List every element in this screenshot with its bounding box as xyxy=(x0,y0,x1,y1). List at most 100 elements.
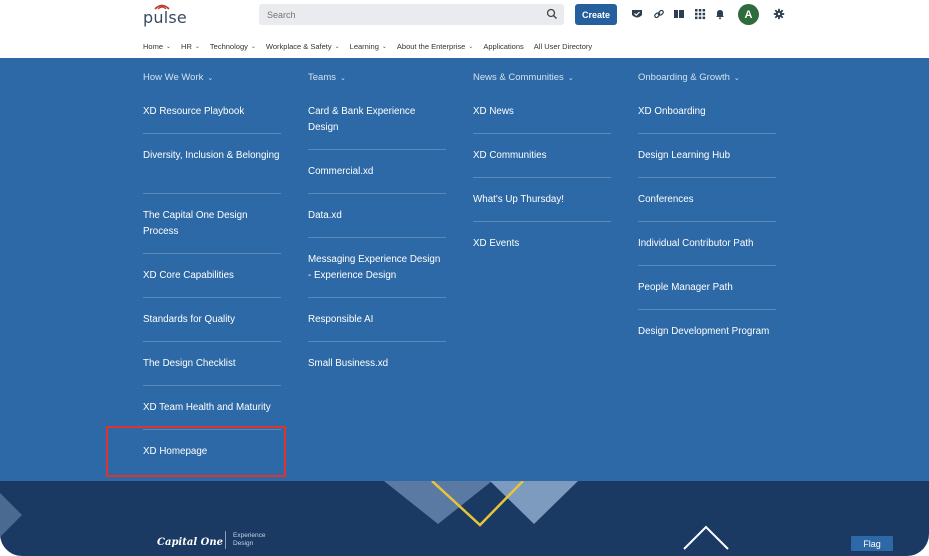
footer-decoration xyxy=(0,481,729,550)
nav-label: Workplace & Safety xyxy=(265,41,332,51)
top-header: pulse Create xyxy=(0,0,929,60)
avatar[interactable]: A xyxy=(738,4,759,25)
column-heading[interactable]: News & Communities ⌄ xyxy=(473,72,574,83)
menu-link[interactable]: Design Learning Hub xyxy=(638,148,776,164)
divider xyxy=(308,237,446,238)
menu-link[interactable]: XD Resource Playbook xyxy=(143,104,281,120)
divider xyxy=(638,177,776,178)
menu-link[interactable]: Design Development Program xyxy=(638,324,776,340)
menu-link[interactable]: Diversity, Inclusion & Belonging xyxy=(143,148,281,164)
menu-link[interactable]: Individual Contributor Path xyxy=(638,236,776,252)
nav-label: Home xyxy=(143,41,164,51)
divider xyxy=(143,385,281,386)
menu-link[interactable]: XD Events xyxy=(473,236,611,252)
nav-label: Technology xyxy=(209,41,248,51)
menu-link[interactable]: Commercial.xd xyxy=(308,164,446,180)
pulse-logo[interactable]: pulse xyxy=(143,4,187,27)
divider xyxy=(143,253,281,254)
mega-menu: How We Work ⌄ XD Resource Playbook Divers… xyxy=(0,58,929,481)
chevron-down-icon: ⌄ xyxy=(567,75,574,82)
menu-link[interactable]: Data.xd xyxy=(308,208,446,224)
menu-link[interactable]: People Manager Path xyxy=(638,280,776,296)
nav-label: All User Directory xyxy=(533,41,593,51)
menu-link[interactable]: Conferences xyxy=(638,192,776,208)
divider xyxy=(308,341,446,342)
brand-subtitle-line: Experience xyxy=(233,532,266,539)
menu-link[interactable]: XD Core Capabilities xyxy=(143,268,281,284)
grid-icon[interactable] xyxy=(694,8,706,20)
menu-link[interactable]: XD News xyxy=(473,104,611,120)
capital-one-logo: Capital One xyxy=(157,537,223,548)
nav-label: About the Enterprise xyxy=(396,41,466,51)
create-button[interactable]: Create xyxy=(575,4,617,25)
nav-item-applications[interactable]: Applications xyxy=(483,40,523,52)
menu-link[interactable]: Responsible AI xyxy=(308,312,446,328)
divider xyxy=(308,297,446,298)
nav-item-hr[interactable]: HR ⌄ xyxy=(181,40,200,52)
divider xyxy=(473,177,611,178)
logo-text: pulse xyxy=(143,8,187,27)
menu-link[interactable]: Card & Bank Experience Design xyxy=(308,104,446,136)
check-shield-icon[interactable] xyxy=(631,8,643,20)
search-input[interactable] xyxy=(259,4,529,25)
menu-link[interactable]: Standards for Quality xyxy=(143,312,281,328)
divider xyxy=(638,265,776,266)
chevron-down-icon: ⌄ xyxy=(166,43,172,50)
menu-link[interactable]: XD Onboarding xyxy=(638,104,776,120)
menu-link[interactable]: The Design Checklist xyxy=(143,356,281,372)
nav-item-workplace-safety[interactable]: Workplace & Safety ⌄ xyxy=(266,40,340,52)
search-icon[interactable] xyxy=(546,8,558,20)
bell-icon[interactable] xyxy=(714,8,726,20)
nav-label: Learning xyxy=(349,41,379,51)
chevron-down-icon: ⌄ xyxy=(339,75,346,82)
divider xyxy=(143,193,281,194)
chevron-down-icon: ⌄ xyxy=(207,75,214,82)
heading-label: News & Communities xyxy=(473,72,564,83)
brand-subtitle: Experience Design xyxy=(233,532,266,548)
chevron-down-icon: ⌄ xyxy=(194,43,200,50)
heading-label: How We Work xyxy=(143,72,204,83)
heading-label: Onboarding & Growth xyxy=(638,72,730,83)
divider xyxy=(308,193,446,194)
menu-link[interactable]: Messaging Experience Design - Experience… xyxy=(308,252,446,284)
column-heading[interactable]: Teams ⌄ xyxy=(308,72,346,83)
divider xyxy=(473,221,611,222)
divider xyxy=(638,309,776,310)
flag-button[interactable]: Flag xyxy=(851,536,893,551)
nav-item-learning[interactable]: Learning ⌄ xyxy=(350,40,387,52)
divider xyxy=(143,133,281,134)
chevron-down-icon: ⌄ xyxy=(733,75,740,82)
divider xyxy=(473,133,611,134)
divider xyxy=(143,297,281,298)
menu-link[interactable]: XD Team Health and Maturity xyxy=(143,400,281,416)
footer: Capital One Experience Design Flag xyxy=(0,481,929,556)
bookmark-icon[interactable] xyxy=(673,8,685,20)
link-icon[interactable] xyxy=(653,8,665,20)
nav-item-about-enterprise[interactable]: About the Enterprise ⌄ xyxy=(397,40,473,52)
column-heading[interactable]: Onboarding & Growth ⌄ xyxy=(638,72,740,83)
nav-item-user-directory[interactable]: All User Directory xyxy=(534,40,592,52)
divider xyxy=(225,531,226,549)
divider xyxy=(308,149,446,150)
divider xyxy=(638,133,776,134)
menu-link[interactable]: Small Business.xd xyxy=(308,356,446,372)
nav-label: HR xyxy=(181,41,192,51)
highlight-box xyxy=(106,426,286,477)
main-nav: Home ⌄ HR ⌄ Technology ⌄ Workplace & Safety… xyxy=(143,40,602,52)
heading-label: Teams xyxy=(308,72,336,83)
divider xyxy=(143,341,281,342)
nav-label: Applications xyxy=(483,41,524,51)
menu-link[interactable]: The Capital One Design Process xyxy=(143,208,281,240)
gear-icon[interactable] xyxy=(773,8,785,20)
page-frame: pulse Create xyxy=(0,0,929,556)
brand-subtitle-line: Design xyxy=(233,540,254,547)
menu-link[interactable]: What's Up Thursday! xyxy=(473,192,611,208)
divider xyxy=(638,221,776,222)
nav-item-technology[interactable]: Technology ⌄ xyxy=(210,40,256,52)
column-heading[interactable]: How We Work ⌄ xyxy=(143,72,213,83)
chevron-down-icon: ⌄ xyxy=(468,43,474,50)
nav-item-home[interactable]: Home ⌄ xyxy=(143,40,171,52)
chevron-down-icon: ⌄ xyxy=(381,43,387,50)
chevron-down-icon: ⌄ xyxy=(250,43,256,50)
menu-link[interactable]: XD Communities xyxy=(473,148,611,164)
